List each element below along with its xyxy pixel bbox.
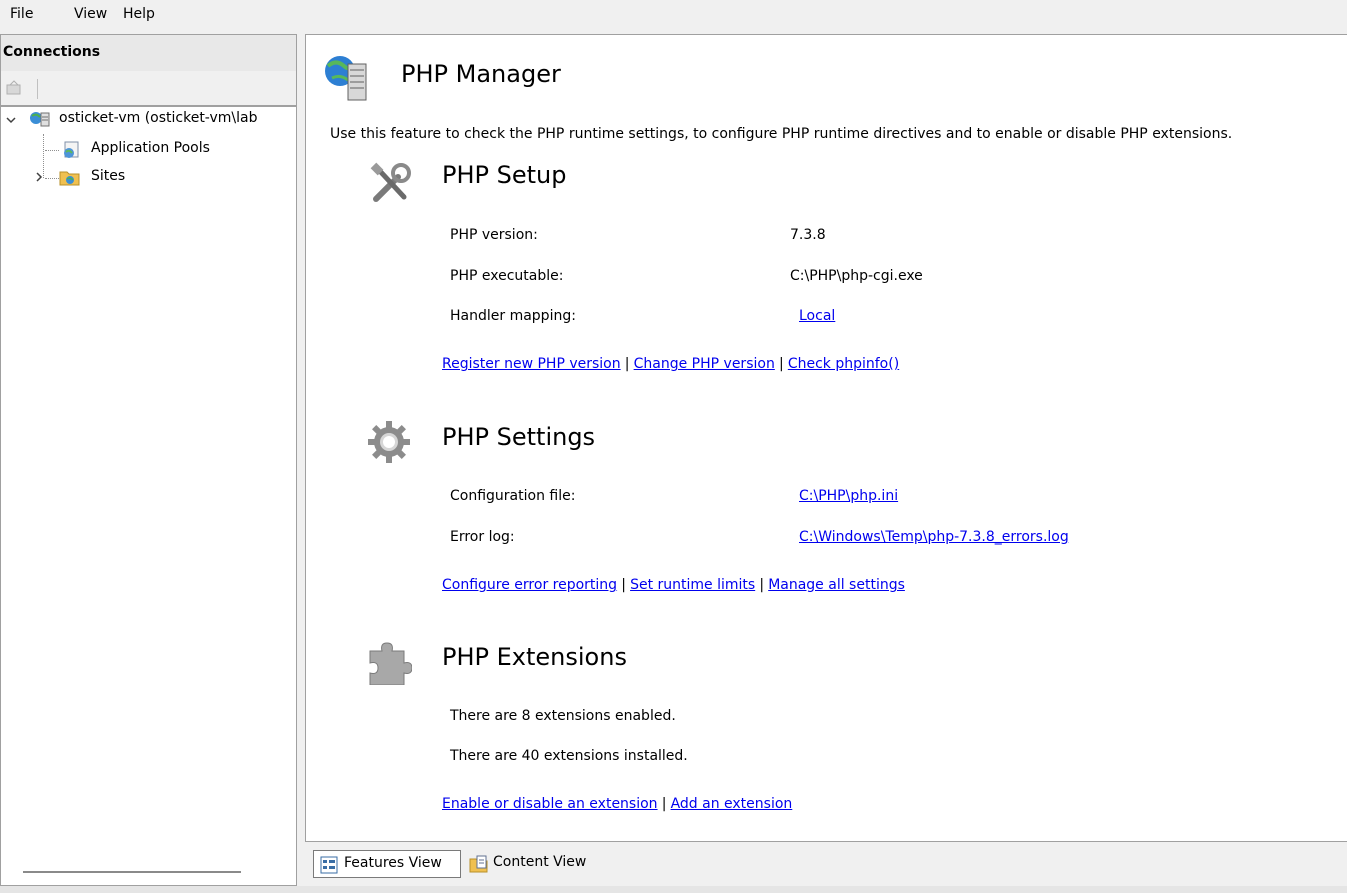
connections-pane: Connections osticket-vm (osticket-vm\lab… [0,34,297,886]
connections-toolbar [1,71,296,107]
chevron-right-icon[interactable] [33,171,45,187]
menu-help[interactable]: Help [123,6,155,22]
tree-label-sites: Sites [91,168,126,184]
content-view-icon [469,854,489,878]
view-tabs: Features View Content View [305,844,1347,884]
extensions-installed-text: There are 40 extensions installed. [450,748,688,764]
check-phpinfo-link[interactable]: Check phpinfo() [788,356,899,372]
settings-actions: Configure error reporting | Set runtime … [442,577,905,593]
extensions-enabled-text: There are 8 extensions enabled. [450,708,676,724]
setup-executable-label: PHP executable: [450,268,564,284]
settings-errorlog-label: Error log: [450,529,515,545]
tree-label-application-pools: Application Pools [91,140,210,156]
menu-bar: File View Help [0,0,1347,30]
config-file-link[interactable]: C:\PHP\php.ini [799,488,898,504]
connections-title: Connections [1,35,296,71]
link-separator: | [759,577,765,593]
features-view-label: Features View [344,855,442,871]
features-view-tab[interactable]: Features View [313,850,461,878]
extensions-actions: Enable or disable an extension | Add an … [442,796,792,812]
link-separator: | [621,577,626,593]
set-runtime-limits-link[interactable]: Set runtime limits [630,577,755,593]
status-bar [0,886,1347,893]
register-php-version-link[interactable]: Register new PHP version [442,356,621,372]
page-description: Use this feature to check the PHP runtim… [330,126,1233,142]
tree-connector [45,178,59,179]
settings-config-label: Configuration file: [450,488,576,504]
add-extension-link[interactable]: Add an extension [671,796,793,812]
setup-executable-value: C:\PHP\php-cgi.exe [790,268,923,284]
tree-label-server: osticket-vm (osticket-vm\lab [59,110,258,126]
settings-title: PHP Settings [442,423,596,451]
setup-handler-label: Handler mapping: [450,308,576,324]
extensions-title: PHP Extensions [442,643,627,671]
gear-icon [366,419,412,469]
link-separator: | [661,796,667,812]
main-pane: PHP Manager Use this feature to check th… [305,34,1347,842]
folder-icon [59,168,81,192]
enable-disable-extension-link[interactable]: Enable or disable an extension [442,796,658,812]
horizontal-scrollbar[interactable] [23,871,241,873]
menu-view[interactable]: View [74,6,107,22]
application-pools-icon [61,140,83,164]
setup-actions: Register new PHP version | Change PHP ve… [442,356,899,372]
features-view-icon [320,856,338,878]
error-log-link[interactable]: C:\Windows\Temp\php-7.3.8_errors.log [799,529,1069,545]
setup-version-value: 7.3.8 [790,227,826,243]
link-separator: | [624,356,630,372]
setup-title: PHP Setup [442,161,567,189]
up-level-icon[interactable] [5,79,23,101]
link-separator: | [778,356,784,372]
handler-mapping-link[interactable]: Local [799,308,835,324]
tools-icon [368,161,414,211]
tree-connector [45,150,59,151]
manage-all-settings-link[interactable]: Manage all settings [768,577,905,593]
content-view-tab[interactable]: Content View [463,850,603,878]
php-manager-icon [322,52,372,108]
server-icon [29,110,51,134]
puzzle-piece-icon [366,639,413,689]
content-view-label: Content View [493,854,587,870]
toolbar-divider [37,79,38,99]
menu-file[interactable]: File [10,6,33,22]
page-title: PHP Manager [401,60,561,88]
change-php-version-link[interactable]: Change PHP version [634,356,775,372]
setup-version-label: PHP version: [450,227,538,243]
chevron-down-icon[interactable] [5,114,17,130]
configure-error-reporting-link[interactable]: Configure error reporting [442,577,617,593]
